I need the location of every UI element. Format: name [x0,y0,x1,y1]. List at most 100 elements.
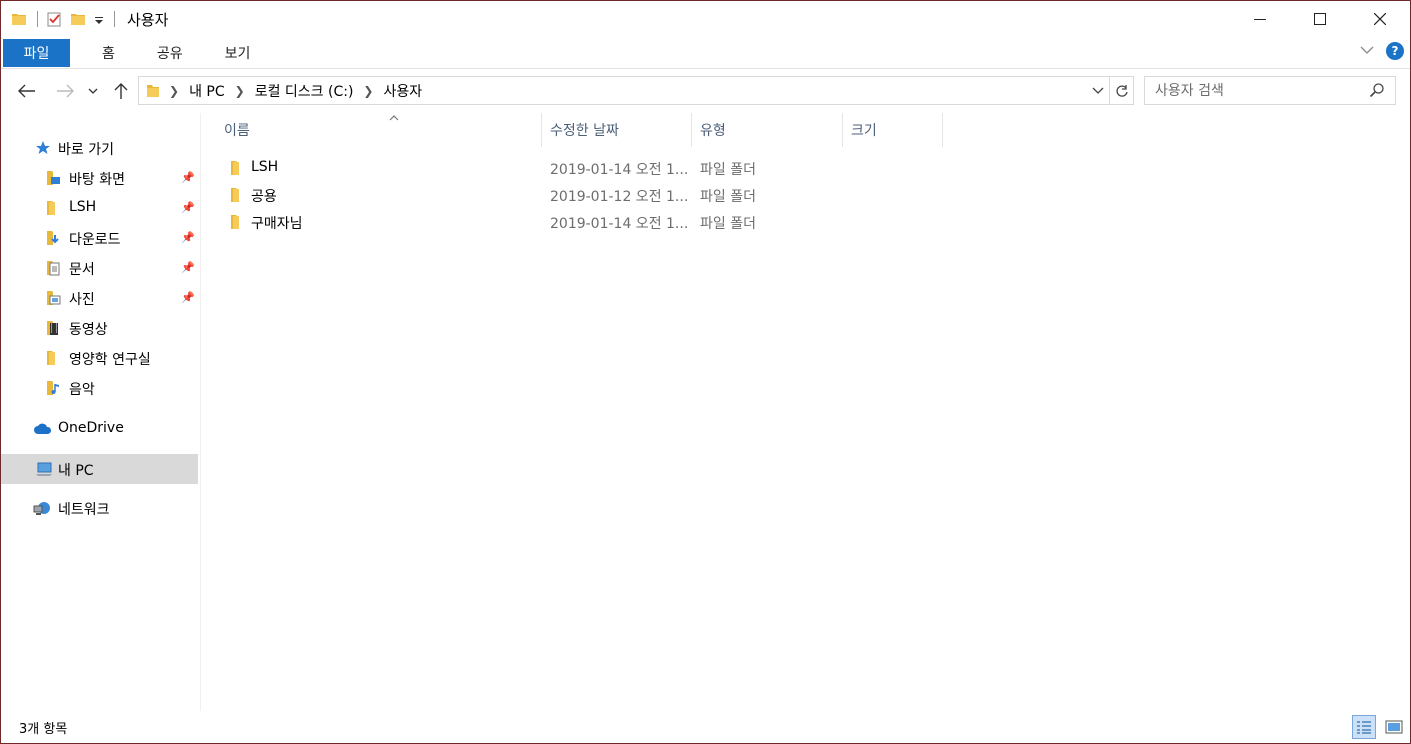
sidebar-item-music[interactable]: 음악 [1,373,198,403]
folder-icon [11,11,27,27]
folder-icon [145,83,161,99]
navigation-pane: 바로 가기 바탕 화면 📌 LSH 📌 다운로드 📌 문서 📌 사진 📌 동영상… [1,113,201,711]
refresh-button[interactable] [1110,76,1134,105]
item-count: 3개 항목 [19,722,68,737]
help-icon[interactable]: ? [1386,42,1404,60]
pin-icon[interactable]: 📌 [181,291,195,304]
star-icon [35,140,51,156]
sidebar-item-nutrition-lab[interactable]: 영양학 연구실 [1,343,198,373]
properties-icon[interactable] [46,11,62,27]
file-list: 이름 수정한 날짜 유형 크기 LSH 2019-01-14 오전 1... 파… [201,113,1410,711]
maximize-button[interactable] [1290,1,1350,37]
sort-ascending-icon [389,111,399,124]
pin-icon[interactable]: 📌 [181,201,195,214]
divider [37,11,38,27]
sidebar-item-pictures[interactable]: 사진 📌 [1,283,198,313]
file-type: 파일 폴더 [700,189,756,205]
desktop-folder-icon [45,170,61,186]
chevron-right-icon[interactable]: ❯ [235,84,245,98]
up-button[interactable] [109,79,133,103]
divider [114,11,115,27]
table-row[interactable]: 공용 2019-01-12 오전 1... 파일 폴더 [223,182,963,208]
column-header-size[interactable]: 크기 [843,113,943,147]
sidebar-item-label: OneDrive [58,420,124,436]
navigation-bar: ❯ 내 PC ❯ 로컬 디스크 (C:) ❯ 사용자 [1,73,1410,109]
file-name: 공용 [251,189,277,205]
minimize-button[interactable] [1230,1,1290,37]
back-button[interactable] [15,79,39,103]
sidebar-item-label: 음악 [69,382,95,398]
recent-locations-dropdown[interactable] [85,79,101,103]
folder-icon [229,187,245,203]
status-bar: 3개 항목 [1,711,1410,743]
sidebar-item-label: 네트워크 [58,502,110,518]
table-row[interactable]: LSH 2019-01-14 오전 1... 파일 폴더 [223,155,963,181]
file-type: 파일 폴더 [700,162,756,178]
downloads-folder-icon [45,230,61,246]
chevron-right-icon[interactable]: ❯ [363,84,373,98]
documents-folder-icon [45,260,61,276]
close-button[interactable] [1350,1,1410,37]
sidebar-item-documents[interactable]: 문서 📌 [1,253,198,283]
music-folder-icon [45,380,61,396]
view-switcher [1346,715,1406,739]
column-header-date[interactable]: 수정한 날짜 [542,113,692,147]
address-bar[interactable]: ❯ 내 PC ❯ 로컬 디스크 (C:) ❯ 사용자 [138,76,1110,105]
computer-icon [35,461,53,477]
window-title: 사용자 [127,10,169,29]
sidebar-item-lsh[interactable]: LSH 📌 [1,193,198,223]
tab-view[interactable]: 보기 [205,39,271,67]
file-name: LSH [251,159,279,175]
pin-icon[interactable]: 📌 [181,231,195,244]
search-input[interactable] [1155,82,1365,99]
file-date: 2019-01-14 오전 1... [550,216,689,232]
videos-folder-icon [45,320,61,336]
details-view-button[interactable] [1352,715,1376,739]
explorer-window: 사용자 파일 홈 공유 보기 ? ❯ 내 PC ❯ 로컬 디스크 (C:) ❯ … [0,0,1411,744]
column-header-label: 수정한 날짜 [550,123,619,139]
sidebar-item-videos[interactable]: 동영상 [1,313,198,343]
folder-icon [45,200,61,216]
search-box[interactable] [1144,76,1396,105]
column-header-name[interactable]: 이름 [216,113,542,147]
folder-icon [45,350,61,366]
table-row[interactable]: 구매자님 2019-01-14 오전 1... 파일 폴더 [223,209,963,235]
file-type: 파일 폴더 [700,216,756,232]
network-icon [33,500,53,516]
breadcrumb-users[interactable]: 사용자 [383,81,422,101]
breadcrumb-local-disk[interactable]: 로컬 디스크 (C:) [255,81,354,101]
tab-share[interactable]: 공유 [137,39,203,67]
window-controls [1230,1,1410,37]
folder-icon [229,214,245,230]
expand-ribbon-icon[interactable] [1360,43,1374,59]
pin-icon[interactable]: 📌 [181,261,195,274]
breadcrumb-this-pc[interactable]: 내 PC [189,81,225,101]
address-dropdown-icon[interactable] [1087,77,1109,104]
pin-icon[interactable]: 📌 [181,171,195,184]
tab-file[interactable]: 파일 [3,38,70,67]
ribbon-right: ? [1360,42,1404,60]
forward-button[interactable] [53,79,77,103]
file-date: 2019-01-12 오전 1... [550,189,689,205]
sidebar-item-desktop[interactable]: 바탕 화면 📌 [1,163,198,193]
new-folder-icon[interactable] [70,11,86,27]
tab-home[interactable]: 홈 [82,39,135,67]
ribbon-tabs: 파일 홈 공유 보기 ? [1,37,1410,69]
sidebar-item-label: LSH [69,199,97,215]
sidebar-item-onedrive[interactable]: OneDrive [1,414,198,444]
customize-toolbar-dropdown-icon[interactable] [94,11,104,27]
column-header-type[interactable]: 유형 [692,113,843,147]
cloud-icon [33,421,53,437]
sidebar-item-network[interactable]: 네트워크 [1,493,198,523]
sidebar-item-label: 바로 가기 [58,142,114,158]
file-date: 2019-01-14 오전 1... [550,162,689,178]
column-header-label: 크기 [851,123,877,139]
search-icon[interactable] [1369,82,1385,102]
sidebar-item-quick-access[interactable]: 바로 가기 [1,133,198,163]
sidebar-item-downloads[interactable]: 다운로드 📌 [1,223,198,253]
sidebar-item-label: 내 PC [58,463,94,479]
sidebar-item-this-pc[interactable]: 내 PC [1,454,198,484]
large-icons-view-button[interactable] [1382,715,1406,739]
chevron-right-icon[interactable]: ❯ [169,84,179,98]
sidebar-item-label: 동영상 [69,322,108,338]
